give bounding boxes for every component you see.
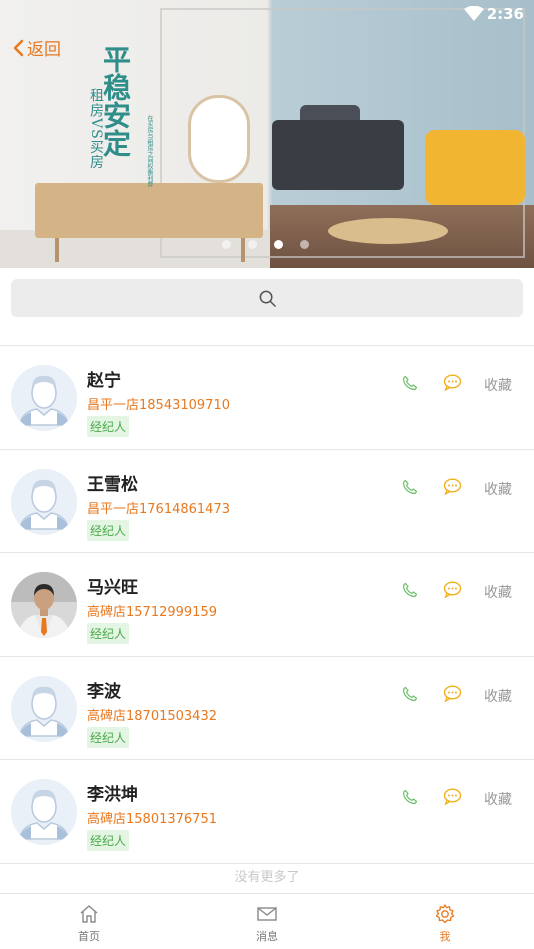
agent-name: 赵宁 (87, 371, 121, 391)
banner-dot-2[interactable] (248, 240, 257, 249)
banner-dot-3[interactable] (274, 240, 283, 249)
agent-role-badge: 经纪人 (87, 830, 130, 851)
promo-banner[interactable]: 平稳安定 租房VS买房 在买房与租房之间权衡利弊 2:36 返回 (0, 0, 534, 268)
agent-list: 赵宁 昌平一店18543109710 经纪人 收藏 王雪松 昌平一店176148… (0, 346, 534, 864)
agent-name: 王雪松 (87, 474, 138, 495)
banner-cabinet (35, 183, 263, 238)
tab-me[interactable]: 我 (356, 894, 534, 949)
agent-row[interactable]: 李波 高碑店18701503432 经纪人 收藏 (0, 657, 534, 760)
back-button[interactable]: 返回 (12, 35, 61, 60)
favorite-button[interactable]: 收藏 (484, 789, 512, 809)
back-label: 返回 (27, 40, 61, 60)
agent-store-phone: 高碑店15712999159 (87, 605, 217, 620)
avatar (11, 675, 77, 742)
agent-store-phone: 昌平一店17614861473 (87, 501, 230, 517)
tab-home-label: 首页 (78, 930, 100, 943)
status-time: 2:36 (486, 5, 524, 23)
banner-small-text: 在买房与租房之间权衡利弊 (146, 115, 153, 187)
favorite-button[interactable]: 收藏 (484, 582, 512, 602)
banner-armchair (425, 130, 525, 205)
tab-me-label: 我 (439, 930, 451, 943)
agent-list-screen: 平稳安定 租房VS买房 在买房与租房之间权衡利弊 2:36 返回 赵宁 昌平一店… (0, 0, 534, 949)
agent-role-badge: 经纪人 (87, 623, 130, 644)
status-bar: 2:36 (0, 0, 534, 28)
chat-icon[interactable] (443, 581, 462, 598)
agent-store-phone: 高碑店15801376751 (87, 812, 217, 827)
chat-icon[interactable] (443, 788, 462, 805)
banner-cabinet-legs (55, 238, 245, 262)
no-more-text: 没有更多了 (234, 870, 300, 885)
default-avatar-icon (11, 675, 77, 742)
avatar (11, 365, 77, 431)
avatar (11, 572, 77, 638)
avatar (11, 779, 77, 845)
default-avatar-icon (11, 779, 77, 845)
banner-pagination (222, 240, 309, 249)
agent-name: 李洪坤 (87, 785, 138, 805)
agent-row[interactable]: 王雪松 昌平一店17614861473 经纪人 收藏 (0, 450, 534, 553)
search-icon (259, 290, 276, 307)
chat-icon[interactable] (443, 374, 462, 391)
agent-row[interactable]: 赵宁 昌平一店18543109710 经纪人 收藏 (0, 346, 534, 450)
favorite-button[interactable]: 收藏 (484, 479, 512, 499)
agent-name: 马兴旺 (87, 578, 138, 598)
chat-icon[interactable] (443, 477, 462, 495)
tab-messages-label: 消息 (256, 930, 278, 943)
wifi-icon (464, 6, 484, 21)
agent-role-badge: 经纪人 (87, 726, 130, 748)
phone-icon[interactable] (402, 375, 418, 391)
tab-messages[interactable]: 消息 (178, 894, 356, 949)
phone-icon[interactable] (402, 582, 418, 598)
agent-role-badge: 经纪人 (87, 519, 130, 541)
favorite-button[interactable]: 收藏 (484, 375, 512, 395)
favorite-button[interactable]: 收藏 (484, 686, 512, 706)
banner-dot-1[interactable] (222, 240, 231, 249)
agent-store-phone: 昌平一店18543109710 (87, 398, 230, 413)
bottom-tab-bar: 首页 消息 我 (0, 893, 534, 949)
tab-home[interactable]: 首页 (0, 894, 178, 949)
gear-icon (435, 904, 455, 924)
search-bar[interactable] (11, 279, 523, 317)
avatar (11, 468, 77, 535)
banner-mirror (188, 95, 250, 183)
banner-dot-4[interactable] (300, 240, 309, 249)
banner-subtitle: 租房VS买房 (88, 88, 104, 170)
chevron-left-icon (13, 39, 24, 56)
mail-icon (257, 907, 277, 921)
phone-icon[interactable] (402, 479, 418, 495)
chat-icon[interactable] (443, 684, 462, 702)
agent-row[interactable]: 李洪坤 高碑店15801376751 经纪人 收藏 (0, 760, 534, 864)
banner-rug (328, 218, 448, 244)
phone-icon[interactable] (402, 686, 418, 702)
agent-role-badge: 经纪人 (87, 416, 130, 437)
agent-photo (11, 572, 77, 638)
phone-icon[interactable] (402, 789, 418, 805)
agent-row[interactable]: 马兴旺 高碑店15712999159 经纪人 收藏 (0, 553, 534, 657)
home-icon (80, 905, 98, 923)
default-avatar-icon (11, 365, 77, 431)
agent-store-phone: 高碑店18701503432 (87, 708, 217, 724)
default-avatar-icon (11, 468, 77, 535)
banner-sofa (272, 120, 404, 190)
agent-name: 李波 (87, 681, 121, 702)
